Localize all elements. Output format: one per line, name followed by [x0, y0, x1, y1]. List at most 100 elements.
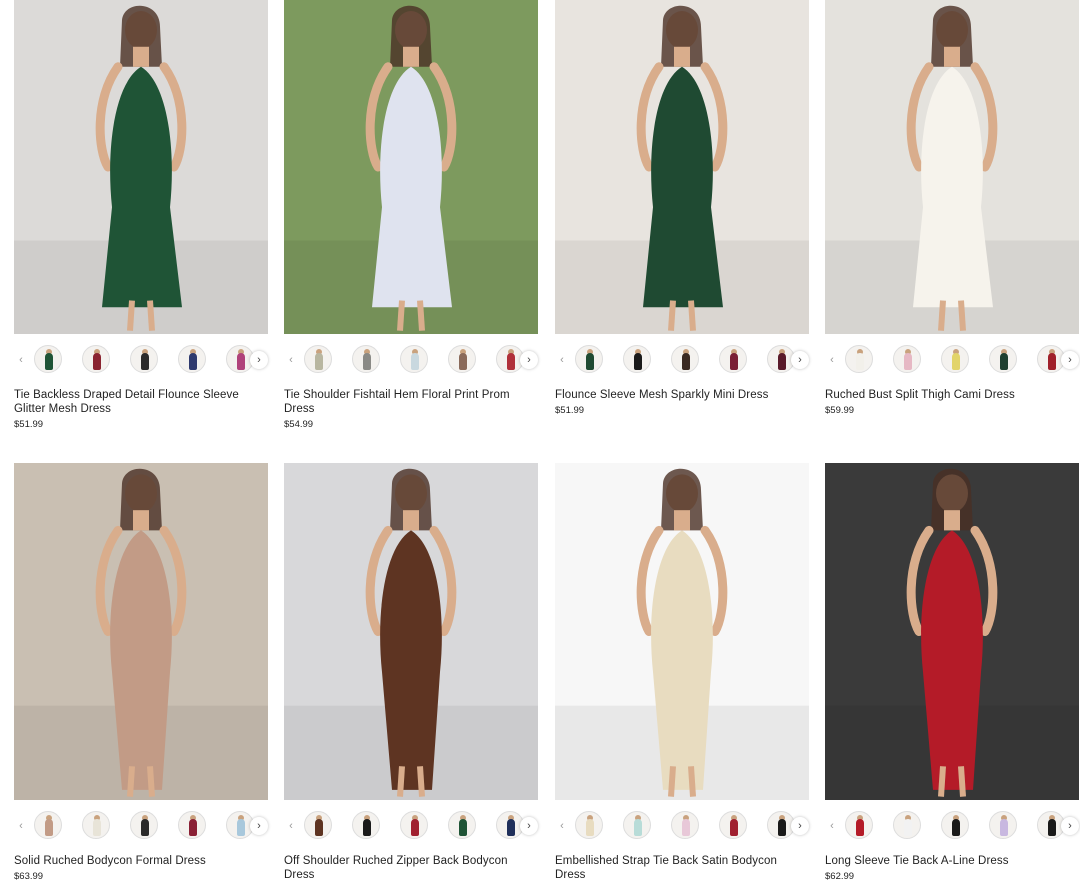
color-swatch[interactable]: [893, 811, 921, 839]
color-swatch[interactable]: [34, 811, 62, 839]
product-title[interactable]: Solid Ruched Bodycon Formal Dress: [14, 854, 268, 868]
swatch-dress: [634, 353, 642, 370]
swatch-dress: [586, 353, 594, 370]
color-swatch-carousel: ‹ ›: [825, 800, 1079, 852]
color-swatch[interactable]: [719, 345, 747, 373]
model-figure: [555, 468, 809, 800]
carousel-prev-icon[interactable]: ‹: [14, 817, 28, 835]
color-swatch[interactable]: [941, 345, 969, 373]
color-swatch[interactable]: [34, 345, 62, 373]
color-swatch[interactable]: [623, 811, 651, 839]
product-price: $54.99: [284, 419, 314, 430]
product-image[interactable]: [14, 463, 268, 800]
color-swatch[interactable]: [400, 811, 428, 839]
color-swatch[interactable]: [671, 811, 699, 839]
product-card[interactable]: ‹ › Flounce Sleeve Mesh Sparkly Mini Dre…: [555, 0, 809, 416]
swatch-dress: [237, 353, 245, 370]
product-card[interactable]: ‹ › Ruched Bust Split Thigh Cami Dress $…: [825, 0, 1079, 416]
carousel-prev-icon[interactable]: ‹: [825, 351, 839, 369]
swatch-dress: [189, 819, 197, 836]
color-swatch[interactable]: [448, 811, 476, 839]
swatch-dress: [634, 819, 642, 836]
product-image[interactable]: [14, 0, 268, 334]
color-swatch[interactable]: [575, 345, 603, 373]
color-swatch[interactable]: [941, 811, 969, 839]
carousel-prev-icon[interactable]: ‹: [284, 817, 298, 835]
color-swatch[interactable]: [178, 811, 206, 839]
product-card[interactable]: ‹ › Tie Shoulder Fishtail Hem Floral Pri…: [284, 0, 538, 430]
carousel-prev-icon[interactable]: ‹: [14, 351, 28, 369]
product-image[interactable]: [284, 0, 538, 334]
carousel-prev-icon[interactable]: ‹: [825, 817, 839, 835]
color-swatch[interactable]: [671, 345, 699, 373]
carousel-next-icon[interactable]: ›: [250, 817, 268, 835]
color-swatch[interactable]: [845, 811, 873, 839]
color-swatch[interactable]: [82, 811, 110, 839]
carousel-next-icon[interactable]: ›: [1061, 817, 1079, 835]
color-swatch[interactable]: [82, 345, 110, 373]
carousel-next-icon[interactable]: ›: [1061, 351, 1079, 369]
product-title[interactable]: Tie Shoulder Fishtail Hem Floral Print P…: [284, 388, 538, 416]
carousel-next-icon[interactable]: ›: [520, 351, 538, 369]
product-title[interactable]: Embellished Strap Tie Back Satin Bodycon…: [555, 854, 809, 882]
carousel-next-icon[interactable]: ›: [520, 817, 538, 835]
product-title[interactable]: Flounce Sleeve Mesh Sparkly Mini Dress: [555, 388, 809, 402]
product-image[interactable]: [555, 463, 809, 800]
swatch-dress: [315, 819, 323, 836]
color-swatch[interactable]: [448, 345, 476, 373]
swatch-dress: [730, 353, 738, 370]
swatch-dress: [682, 819, 690, 836]
color-swatch[interactable]: [130, 345, 158, 373]
model-figure: [555, 5, 809, 334]
product-title[interactable]: Tie Backless Draped Detail Flounce Sleev…: [14, 388, 268, 416]
color-swatch[interactable]: [893, 345, 921, 373]
carousel-prev-icon[interactable]: ‹: [555, 351, 569, 369]
carousel-prev-icon[interactable]: ‹: [284, 351, 298, 369]
carousel-next-icon[interactable]: ›: [791, 817, 809, 835]
color-swatch[interactable]: [304, 811, 332, 839]
swatch-dress: [411, 353, 419, 370]
swatch-dress: [507, 353, 515, 370]
color-swatch[interactable]: [989, 811, 1017, 839]
carousel-next-icon[interactable]: ›: [791, 351, 809, 369]
color-swatch[interactable]: [130, 811, 158, 839]
color-swatch[interactable]: [989, 345, 1017, 373]
swatch-dress: [1000, 353, 1008, 370]
color-swatch[interactable]: [400, 345, 428, 373]
swatch-dress: [730, 819, 738, 836]
product-price: $51.99: [555, 405, 585, 416]
product-card[interactable]: ‹ › Solid Ruched Bodycon Formal Dress $6…: [14, 463, 268, 882]
product-image[interactable]: [825, 463, 1079, 800]
color-swatch[interactable]: [352, 345, 380, 373]
swatch-dress: [904, 353, 912, 370]
color-swatch-carousel: ‹ ›: [14, 334, 268, 386]
swatch-dress: [45, 819, 53, 836]
swatch-dress: [778, 353, 786, 370]
product-card[interactable]: ‹ › Embellished Strap Tie Back Satin Bod…: [555, 463, 809, 885]
carousel-next-icon[interactable]: ›: [250, 351, 268, 369]
color-swatch[interactable]: [845, 345, 873, 373]
color-swatch[interactable]: [178, 345, 206, 373]
model-figure: [825, 468, 1079, 800]
color-swatch[interactable]: [352, 811, 380, 839]
product-card[interactable]: ‹ › Off Shoulder Ruched Zipper Back Body…: [284, 463, 538, 885]
swatch-dress: [459, 353, 467, 370]
product-card[interactable]: ‹ › Tie Backless Draped Detail Flounce S…: [14, 0, 268, 430]
swatch-dress: [141, 353, 149, 370]
color-swatch[interactable]: [623, 345, 651, 373]
color-swatch-carousel: ‹ ›: [825, 334, 1079, 386]
product-price: $62.99: [825, 871, 855, 882]
product-title[interactable]: Long Sleeve Tie Back A-Line Dress: [825, 854, 1079, 868]
product-title[interactable]: Ruched Bust Split Thigh Cami Dress: [825, 388, 1079, 402]
product-image[interactable]: [555, 0, 809, 334]
product-image[interactable]: [284, 463, 538, 800]
model-figure: [14, 5, 268, 334]
carousel-prev-icon[interactable]: ‹: [555, 817, 569, 835]
color-swatch[interactable]: [304, 345, 332, 373]
product-title[interactable]: Off Shoulder Ruched Zipper Back Bodycon …: [284, 854, 538, 882]
product-card[interactable]: ‹ › Long Sleeve Tie Back A-Line Dress $6…: [825, 463, 1079, 882]
swatch-dress: [141, 819, 149, 836]
color-swatch[interactable]: [719, 811, 747, 839]
color-swatch[interactable]: [575, 811, 603, 839]
product-image[interactable]: [825, 0, 1079, 334]
